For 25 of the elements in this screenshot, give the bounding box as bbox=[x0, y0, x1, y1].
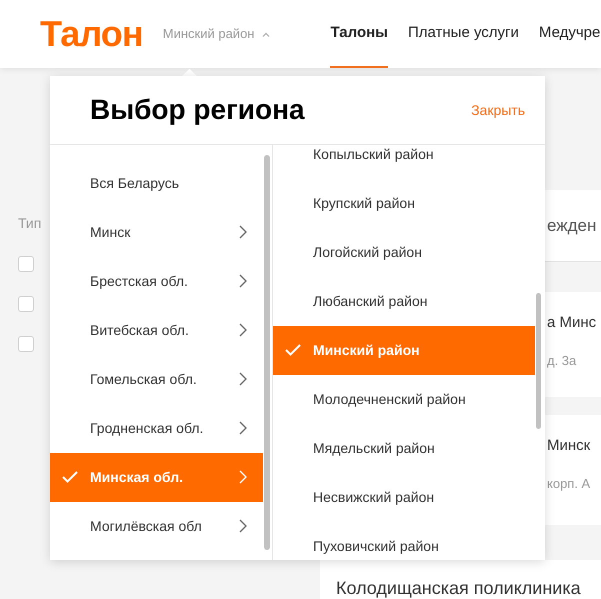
checkbox[interactable] bbox=[18, 256, 34, 272]
chevron-right-icon bbox=[239, 470, 247, 484]
checkbox[interactable] bbox=[18, 296, 34, 312]
clinic-name: Колодищанская поликлиника bbox=[336, 577, 582, 599]
checkmark-icon bbox=[62, 471, 78, 483]
filter-title: Тип bbox=[18, 215, 42, 231]
chevron-right-icon bbox=[239, 274, 247, 288]
chevron-right-icon bbox=[239, 421, 247, 435]
nav-tab[interactable]: Платные услуги bbox=[408, 0, 519, 68]
clinic-name: а Минс bbox=[547, 313, 598, 333]
clinic-address: д. 3а bbox=[547, 352, 578, 370]
chevron-right-icon bbox=[239, 519, 247, 533]
chevron-right-icon bbox=[239, 323, 247, 337]
nav-tab[interactable]: Талоны bbox=[330, 0, 388, 68]
checkmark-icon bbox=[285, 344, 301, 356]
chevron-right-icon bbox=[239, 372, 247, 386]
checkbox[interactable] bbox=[18, 336, 34, 352]
caret-up-icon bbox=[262, 32, 270, 36]
nav-tab[interactable]: Медучре bbox=[538, 0, 600, 68]
chevron-right-icon bbox=[239, 225, 247, 239]
search-text: ежден bbox=[547, 214, 596, 237]
clinic-name: Минск bbox=[547, 436, 592, 456]
clinic-address: корп. А bbox=[547, 474, 592, 493]
dialog-title: Выбор региона bbox=[90, 93, 305, 127]
clinic-card[interactable]: Колодищанская поликлиника bbox=[320, 560, 601, 599]
